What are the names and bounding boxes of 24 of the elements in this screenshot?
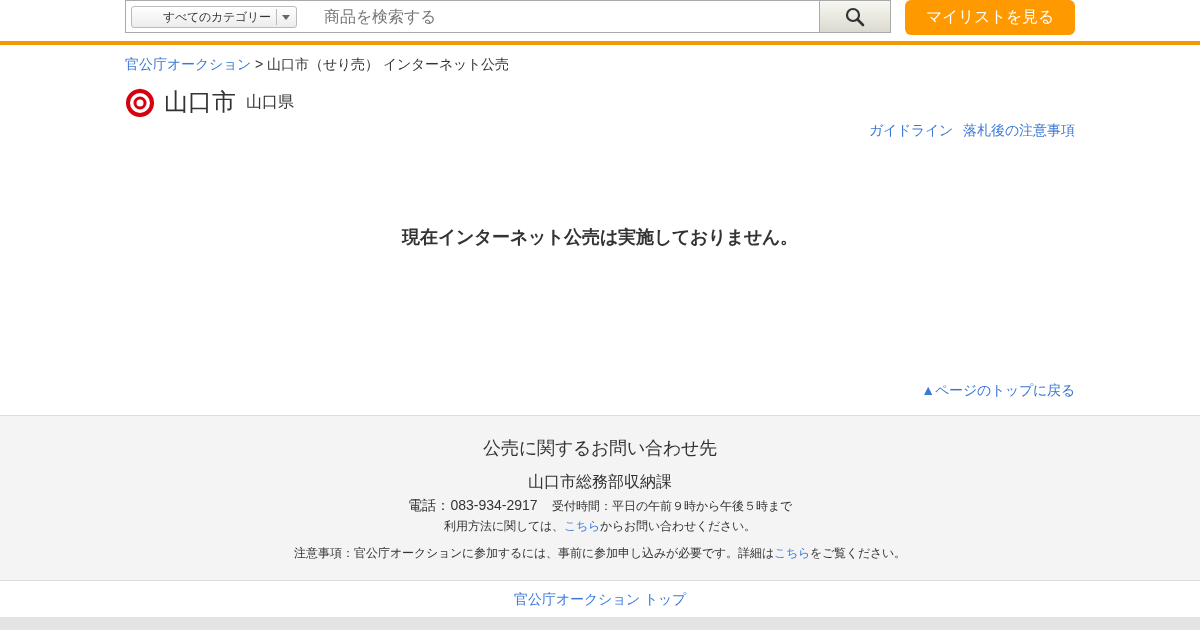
breadcrumb-current: 山口市（せり売） インターネット公売 bbox=[267, 56, 510, 74]
breadcrumb-separator: > bbox=[255, 56, 264, 74]
city-emblem-icon bbox=[125, 87, 155, 117]
city-name: 山口市 bbox=[164, 87, 236, 117]
search-button[interactable] bbox=[819, 1, 890, 32]
notice-text: 注意事項：官公庁オークションに参加するには、事前に参加申し込みが必要です。詳細はこちら をご覧ください。 bbox=[293, 545, 907, 562]
contact-heading: 公売に関するお問い合わせ先 bbox=[482, 437, 718, 460]
prefecture-name: 山口県 bbox=[246, 91, 294, 112]
search-icon bbox=[845, 6, 865, 27]
office-hours: 受付時間：平日の午前９時から午後５時まで bbox=[551, 498, 792, 515]
search-field[interactable]: すべてのカテゴリー 商品を検索する bbox=[125, 0, 891, 33]
auction-top-link[interactable]: 官公庁オークション トップ bbox=[514, 591, 686, 607]
department-name: 山口市総務部収納課 bbox=[527, 472, 673, 492]
usage-note: 利用方法に関しては、こちらからお問い合わせください。 bbox=[443, 518, 757, 535]
info-link[interactable]: 落札後の注意事項 bbox=[963, 122, 1075, 140]
category-dropdown[interactable]: すべてのカテゴリー bbox=[131, 6, 297, 28]
contact-link[interactable]: こちら bbox=[564, 519, 600, 533]
breadcrumb-link[interactable]: 官公庁オークション bbox=[125, 56, 251, 74]
details-link[interactable]: こちら bbox=[774, 546, 810, 560]
status-message: 現在インターネット公売は実施しておりません。 bbox=[400, 226, 799, 249]
info-link[interactable]: ガイドライン bbox=[869, 122, 953, 140]
phone-number: 電話：083-934-2917 bbox=[408, 497, 538, 515]
back-to-top-link[interactable]: ▲ページのトップに戻る bbox=[921, 382, 1075, 398]
caret-icon bbox=[282, 14, 290, 20]
